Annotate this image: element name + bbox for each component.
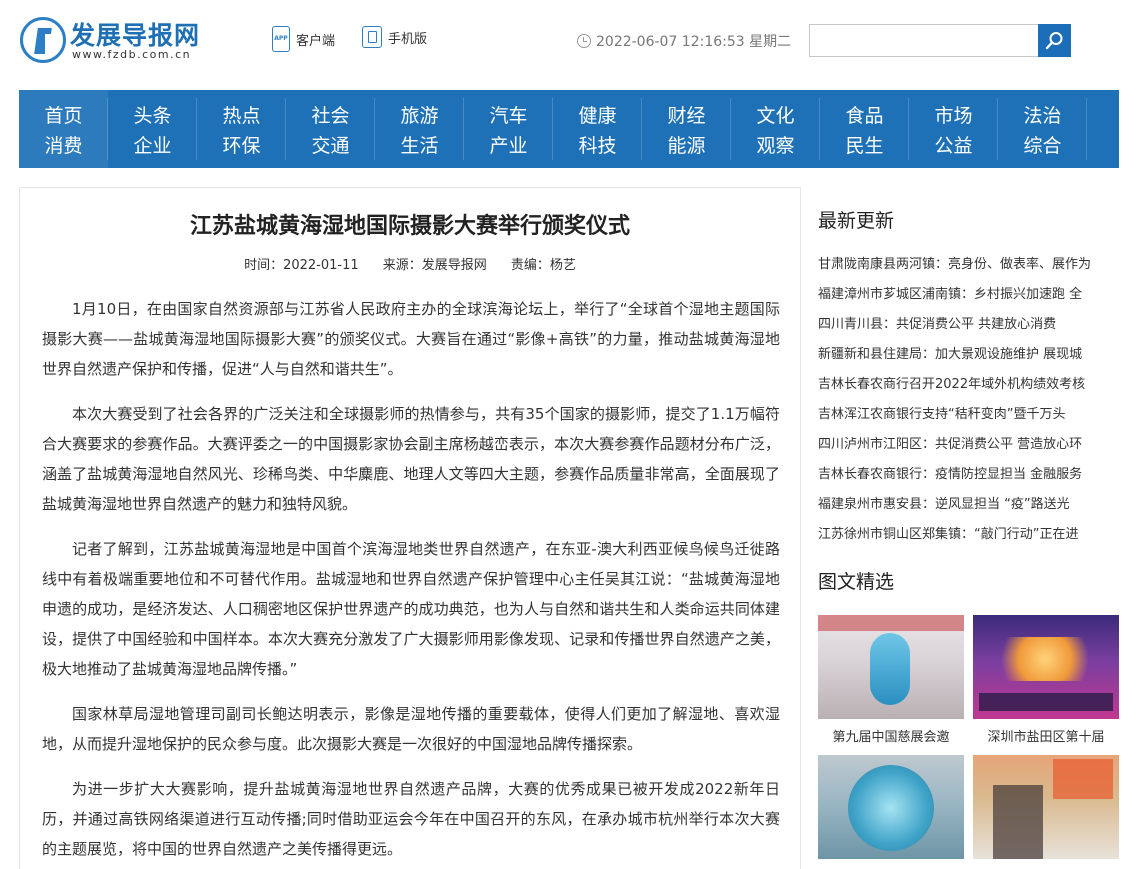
search-button[interactable] xyxy=(1038,24,1071,57)
nav-item[interactable]: 市场 xyxy=(909,101,998,131)
article-paragraph: 记者了解到，江苏盐城黄海湿地是中国首个滨海湿地类世界自然遗产，在东亚-澳大利西亚… xyxy=(42,540,780,678)
client-link[interactable]: 客户端 xyxy=(272,26,335,52)
news-link[interactable]: 吉林长春农商银行：疫情防控显担当 金融服务 xyxy=(818,460,1116,490)
nav-item[interactable]: 观察 xyxy=(731,131,820,161)
article-paragraph: 国家林草局湿地管理司副司长鲍达明表示，影像是湿地传播的重要载体，使得人们更加了解… xyxy=(42,705,780,753)
site-logo[interactable]: 发展导报网 www.fzdb.com.cn xyxy=(20,15,210,65)
article-body: 1月10日，在由国家自然资源部与江苏省人民政府主办的全球滨海论坛上，举行了“全球… xyxy=(42,294,780,869)
news-link[interactable]: 吉林浑江农商银行支持“秸秆变肉”暨千万头 xyxy=(818,400,1116,430)
nav-item[interactable]: 文化 xyxy=(731,101,820,131)
mobile-icon xyxy=(362,26,382,48)
nav-column: 食品 民生 xyxy=(820,90,909,168)
nav-column: 热点 环保 xyxy=(197,90,286,168)
nav-item[interactable]: 生活 xyxy=(375,131,464,161)
news-link[interactable]: 四川泸州市江阳区：共促消费公平 营造放心环 xyxy=(818,430,1116,460)
article-source: 来源：发展导报网 xyxy=(382,258,487,273)
nav-item[interactable]: 首页 xyxy=(19,101,108,131)
nav-item[interactable]: 头条 xyxy=(108,101,197,131)
datetime: 2022-06-07 12:16:53 星期二 xyxy=(577,31,791,51)
nav-column: 旅游 生活 xyxy=(375,90,464,168)
article-title: 江苏盐城黄海湿地国际摄影大赛举行颁奖仪式 xyxy=(189,214,630,239)
nav-item[interactable]: 科技 xyxy=(553,131,642,161)
nav-item[interactable]: 能源 xyxy=(642,131,731,161)
search-icon xyxy=(1045,32,1063,50)
nav-item[interactable]: 健康 xyxy=(553,101,642,131)
nav-item[interactable]: 社会 xyxy=(286,101,375,131)
nav-column: 文化 观察 xyxy=(731,90,820,168)
nav-column: 汽车 产业 xyxy=(464,90,553,168)
pic-card[interactable]: 深圳市盐田区第十届 xyxy=(973,615,1119,745)
nav-item[interactable]: 民生 xyxy=(820,131,909,161)
article-time: 时间：2022-01-11 xyxy=(244,258,359,273)
nav-column: 法治 综合 xyxy=(998,90,1087,168)
nav-item[interactable]: 热点 xyxy=(197,101,286,131)
news-link[interactable]: 福建泉州市惠安县：逆风显担当 “疫”路送光 xyxy=(818,490,1116,520)
nav-item[interactable]: 食品 xyxy=(820,101,909,131)
logo-title: 发展导报网 xyxy=(70,21,201,50)
client-label: 客户端 xyxy=(296,33,336,49)
news-link[interactable]: 四川青川县：共促消费公平 共建放心消费 xyxy=(818,310,1116,340)
article-meta: 时间：2022-01-11 来源：发展导报网 责编：杨艺 xyxy=(20,254,800,273)
news-link[interactable]: 甘肃陇南康县两河镇：亮身份、做表率、展作为 xyxy=(818,250,1116,280)
nav-item[interactable]: 交通 xyxy=(286,131,375,161)
latest-heading: 最新更新 xyxy=(818,210,895,232)
news-link[interactable]: 新疆新和县住建局：加大景观设施维护 展现城 xyxy=(818,340,1116,370)
pic-thumbnail[interactable] xyxy=(973,755,1119,859)
nav-item[interactable]: 环保 xyxy=(197,131,286,161)
app-icon xyxy=(272,26,290,52)
article-editor: 责编：杨艺 xyxy=(510,258,576,273)
nav-item[interactable]: 财经 xyxy=(642,101,731,131)
nav-item[interactable]: 法治 xyxy=(998,101,1087,131)
pic-caption[interactable]: 第九届中国慈展会邀 xyxy=(818,726,964,745)
nav-item[interactable]: 旅游 xyxy=(375,101,464,131)
clock-icon xyxy=(577,34,591,48)
nav-item[interactable]: 汽车 xyxy=(464,101,553,131)
pics-heading: 图文精选 xyxy=(818,571,895,593)
search-input[interactable] xyxy=(809,24,1039,57)
mobile-label: 手机版 xyxy=(388,31,428,47)
article-paragraph: 1月10日，在由国家自然资源部与江苏省人民政府主办的全球滨海论坛上，举行了“全球… xyxy=(42,300,780,378)
nav-column: 头条 企业 xyxy=(108,90,197,168)
logo-mark-icon xyxy=(20,17,66,63)
pic-thumbnail[interactable] xyxy=(973,615,1119,719)
nav-column: 首页 消费 xyxy=(19,90,108,168)
nav-column: 市场 公益 xyxy=(909,90,998,168)
nav-column: 财经 能源 xyxy=(642,90,731,168)
news-link[interactable]: 江苏徐州市铜山区郑集镇：“敲门行动”正在进 xyxy=(818,520,1116,550)
nav-item[interactable]: 企业 xyxy=(108,131,197,161)
pic-card[interactable]: 第九届中国慈展会邀 xyxy=(818,615,964,745)
pic-thumbnail[interactable] xyxy=(818,755,964,859)
article: 江苏盐城黄海湿地国际摄影大赛举行颁奖仪式 时间：2022-01-11 来源：发展… xyxy=(19,187,801,869)
mobile-link[interactable]: 手机版 xyxy=(362,26,427,48)
latest-list: 甘肃陇南康县两河镇：亮身份、做表率、展作为 福建漳州市芗城区浦南镇：乡村振兴加速… xyxy=(818,250,1116,550)
pic-caption[interactable]: 深圳市盐田区第十届 xyxy=(973,726,1119,745)
pic-card[interactable] xyxy=(973,755,1119,866)
nav-item[interactable]: 产业 xyxy=(464,131,553,161)
pic-thumbnail[interactable] xyxy=(818,615,964,719)
news-link[interactable]: 吉林长春农商行召开2022年域外机构绩效考核 xyxy=(818,370,1116,400)
datetime-text: 2022-06-07 12:16:53 星期二 xyxy=(596,34,792,50)
nav-column: 健康 科技 xyxy=(553,90,642,168)
news-link[interactable]: 福建漳州市芗城区浦南镇：乡村振兴加速跑 全 xyxy=(818,280,1116,310)
pic-card[interactable] xyxy=(818,755,964,866)
nav-item[interactable]: 综合 xyxy=(998,131,1087,161)
main-nav: 首页 消费 头条 企业 热点 环保 社会 交通 旅游 生活 汽车 产业 健康 科… xyxy=(19,90,1119,168)
nav-item[interactable]: 消费 xyxy=(19,131,108,161)
nav-item[interactable]: 公益 xyxy=(909,131,998,161)
nav-column: 社会 交通 xyxy=(286,90,375,168)
logo-url: www.fzdb.com.cn xyxy=(72,48,192,61)
article-paragraph: 为进一步扩大大赛影响，提升盐城黄海湿地世界自然遗产品牌，大赛的优秀成果已被开发成… xyxy=(42,780,780,858)
article-paragraph: 本次大赛受到了社会各界的广泛关注和全球摄影师的热情参与，共有35个国家的摄影师，… xyxy=(42,405,780,513)
